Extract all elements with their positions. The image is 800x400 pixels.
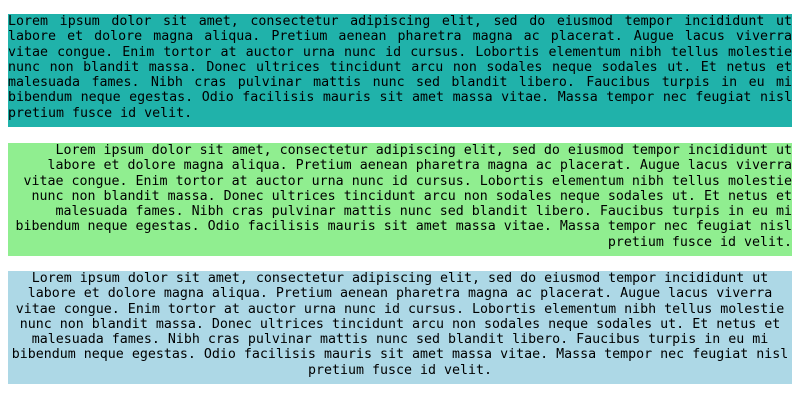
text-block-justified: Lorem ipsum dolor sit amet, consectetur … xyxy=(8,14,792,127)
paragraph-right-aligned: Lorem ipsum dolor sit amet, consectetur … xyxy=(15,143,792,250)
paragraph-centered: Lorem ipsum dolor sit amet, consectetur … xyxy=(11,271,789,378)
text-block-centered: Lorem ipsum dolor sit amet, consectetur … xyxy=(8,271,792,384)
text-block-right-aligned: Lorem ipsum dolor sit amet, consectetur … xyxy=(8,143,792,256)
page: Lorem ipsum dolor sit amet, consectetur … xyxy=(0,0,800,400)
paragraph-justified: Lorem ipsum dolor sit amet, consectetur … xyxy=(8,14,792,121)
